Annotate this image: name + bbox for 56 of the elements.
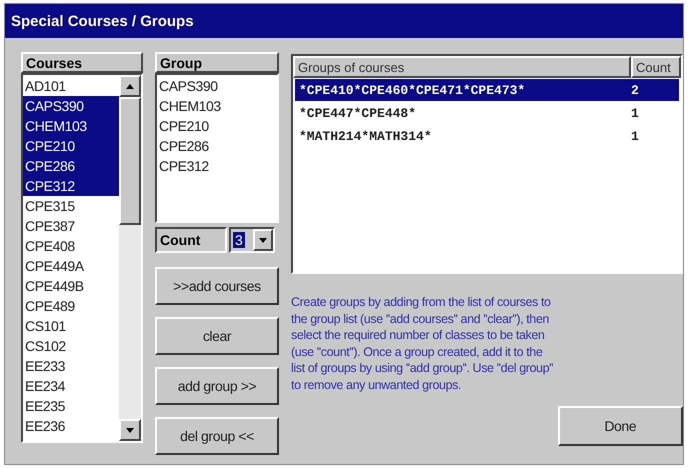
list-item[interactable]: CPE286	[157, 136, 277, 156]
table-cell-text: 1	[631, 106, 640, 120]
list-item[interactable]: EE233	[23, 356, 119, 376]
list-item[interactable]: CHEM103	[157, 96, 277, 116]
list-item[interactable]: AD101	[23, 76, 119, 96]
scroll-up-button[interactable]	[119, 75, 141, 97]
done-button[interactable]: Done	[558, 406, 683, 446]
list-item[interactable]: CS102	[23, 336, 119, 356]
up-arrow-icon	[126, 84, 134, 88]
list-item[interactable]: CPE210	[23, 136, 119, 156]
list-item[interactable]: CPE489	[23, 296, 119, 316]
window-title: Special Courses / Groups	[5, 4, 683, 38]
count-value: 3	[233, 232, 245, 248]
down-arrow-icon	[259, 238, 267, 242]
list-header: Courses	[21, 52, 143, 73]
down-arrow-icon	[126, 428, 134, 432]
list-item[interactable]: CHEM103	[23, 116, 119, 136]
table-row[interactable]: *MATH214*MATH314* 1	[295, 125, 679, 147]
column-header[interactable]: Count	[631, 56, 681, 78]
list-item[interactable]: CAPS390	[23, 96, 119, 116]
list-item[interactable]: EE235	[23, 396, 119, 416]
list-item[interactable]: CPE449A	[23, 256, 119, 276]
scrollbar[interactable]	[119, 75, 141, 441]
list-item[interactable]: CPE286	[23, 156, 119, 176]
list-item[interactable]: EE236	[23, 416, 119, 436]
group-list[interactable]: CAPS390 CHEM103 CPE210 CPE286 CPE312	[155, 73, 279, 223]
table-cell-text: *CPE447*CPE448*	[298, 106, 418, 120]
list-item[interactable]: CAPS390	[157, 76, 277, 96]
column-header[interactable]: Groups of courses	[293, 56, 631, 78]
action-button[interactable]: del group <<	[155, 417, 279, 455]
list-item[interactable]: CPE210	[157, 116, 277, 136]
table-cell-text: 2	[631, 82, 640, 98]
action-button[interactable]: >>add courses	[155, 267, 279, 305]
list-item[interactable]: CPE387	[23, 216, 119, 236]
dropdown-button[interactable]	[253, 229, 273, 251]
action-button[interactable]: clear	[155, 317, 279, 355]
table-cell-text: *MATH214*MATH314*	[298, 128, 433, 144]
table-row[interactable]: *CPE410*CPE460*CPE471*CPE473* 2	[295, 79, 679, 101]
count-label: Count	[155, 227, 227, 253]
list-item[interactable]: CPE408	[23, 236, 119, 256]
scroll-thumb[interactable]	[119, 97, 141, 225]
scroll-down-button[interactable]	[119, 419, 141, 441]
list-item[interactable]: CPE312	[157, 156, 277, 176]
list-item[interactable]: EE234	[23, 376, 119, 396]
count-dropdown[interactable]: 3	[229, 227, 275, 253]
table-cell-text: 1	[631, 128, 640, 144]
instructions-text: Create groups by adding from the list of courses to the group list (use ''add courses'' and ''clear''), then select the required number of classes to be taken (use ''count''). Once a group created, add it to the list of groups by using ''add group''. Use ''del group'' to remove any unwanted groups.	[291, 294, 554, 394]
list-item[interactable]: CPE312	[23, 176, 119, 196]
list-item[interactable]: CS101	[23, 316, 119, 336]
action-button[interactable]: add group >>	[155, 367, 279, 405]
list-item[interactable]: CPE449B	[23, 276, 119, 296]
list-item[interactable]: CPE315	[23, 196, 119, 216]
table-cell-text: *CPE410*CPE460*CPE471*CPE473*	[298, 82, 526, 98]
list-header: Group	[155, 52, 279, 73]
courses-list[interactable]: AD101 CAPS390 CHEM103 CPE210 CPE286 CPE312 CPE315 CPE387 CPE408 CPE449A CPE449B CPE489 CS101 CS102 EE233 EE234 EE235 EE236	[21, 73, 143, 443]
table-row[interactable]: *CPE447*CPE448* 1	[295, 102, 679, 124]
